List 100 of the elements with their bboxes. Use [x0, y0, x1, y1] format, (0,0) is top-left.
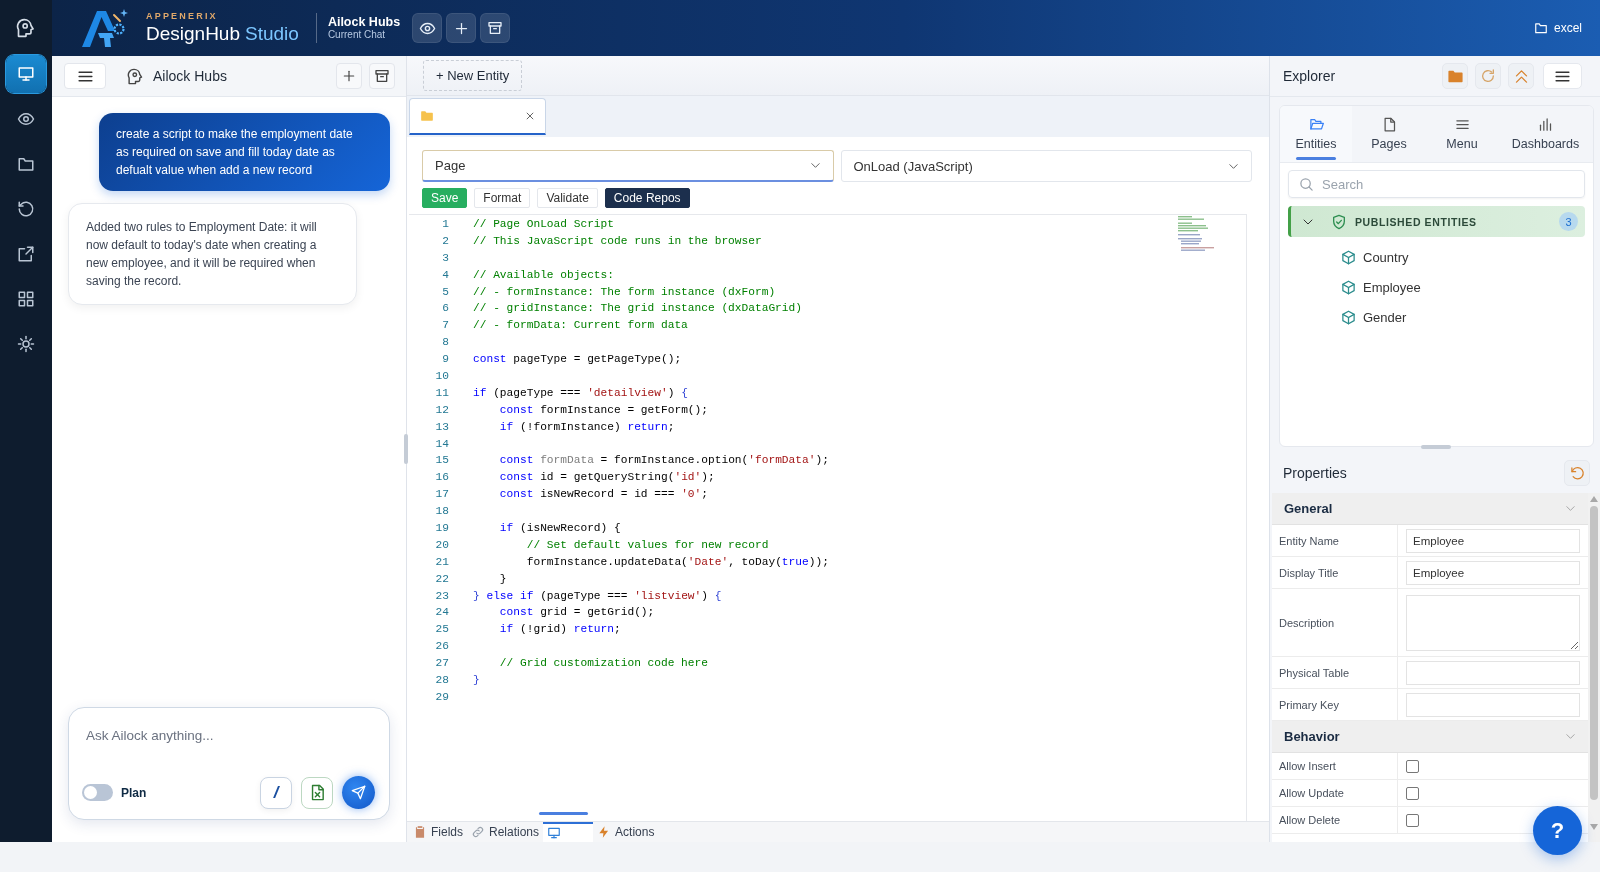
- property-label: Display Title: [1272, 557, 1398, 588]
- line-number: 5: [441, 284, 449, 300]
- toolbar-button[interactable]: Format: [474, 188, 531, 208]
- section-header[interactable]: Behavior: [1272, 721, 1588, 753]
- tree-item[interactable]: Country: [1341, 242, 1409, 272]
- command-button[interactable]: /: [260, 776, 292, 809]
- tree-group-header[interactable]: PUBLISHED ENTITIES 3: [1288, 206, 1585, 237]
- head-icon: [127, 67, 144, 85]
- code-line: // - formInstance: The form instance (dxForm): [473, 284, 776, 300]
- property-label: Allow Insert: [1272, 753, 1398, 779]
- explorer-tab[interactable]: Entities: [1280, 106, 1352, 162]
- archive-button[interactable]: [369, 63, 395, 89]
- explorer-tab[interactable]: Menu: [1426, 106, 1498, 162]
- brand-tagline: APPENERIX: [146, 11, 219, 22]
- line-number: 21: [434, 554, 449, 570]
- toolbar-button[interactable]: Code Repos: [604, 188, 690, 208]
- assistant-message: Added two rules to Employment Date: it will now default to today's date when creating a new employee, and it will be required when saving the record.: [68, 203, 357, 305]
- code-line: const grid = getGrid();: [498, 605, 655, 621]
- sidebar-item[interactable]: [6, 55, 46, 93]
- line-number: 6: [441, 301, 449, 317]
- code-line: const isNewRecord = id === '0';: [498, 487, 708, 503]
- user-message: create a script to make the employment date as required on save and fill today date as defualt value when add a new record: [99, 113, 390, 191]
- menu-button[interactable]: [64, 63, 106, 89]
- gear-icon: [17, 335, 35, 353]
- bottom-tab[interactable]: [543, 822, 594, 842]
- code-line: if (pageType === 'detailview') {: [473, 385, 688, 401]
- eye-icon: [17, 110, 35, 128]
- page-select[interactable]: Page: [422, 150, 834, 182]
- bottom-tab[interactable]: Actions: [593, 822, 659, 842]
- folder-icon: [1308, 117, 1324, 132]
- close-button[interactable]: [525, 111, 535, 121]
- line-number: 10: [434, 369, 449, 384]
- checkbox[interactable]: [1406, 786, 1419, 800]
- line-number: 22: [434, 571, 449, 587]
- search-icon: [1299, 176, 1314, 192]
- open-folder-button[interactable]: [1442, 63, 1468, 89]
- code-line: const pageType = getPageType();: [473, 352, 682, 368]
- folder-icon: [17, 155, 35, 173]
- menu-button[interactable]: [1543, 63, 1582, 89]
- logo-icon: [80, 7, 130, 49]
- editor-tab[interactable]: [409, 98, 546, 135]
- tree-item[interactable]: Employee: [1341, 272, 1421, 302]
- section-header[interactable]: General: [1272, 493, 1588, 525]
- splitter-handle[interactable]: [404, 434, 408, 464]
- code-line: }: [473, 673, 480, 689]
- count-badge: 3: [1559, 212, 1578, 231]
- history-icon: [17, 200, 35, 218]
- line-number: 14: [434, 436, 449, 452]
- new-entity-button[interactable]: + New Entity: [423, 60, 523, 91]
- textarea-field[interactable]: [1406, 594, 1580, 651]
- toolbar-button[interactable]: Validate: [537, 188, 598, 208]
- message-input[interactable]: Ask Ailock anything...: [86, 728, 375, 776]
- resize-handle[interactable]: [1421, 445, 1451, 449]
- chevron-down-icon: [1565, 503, 1576, 514]
- code-line: // Available objects:: [473, 267, 614, 283]
- undo-button[interactable]: [1564, 460, 1590, 486]
- line-number: 1: [441, 217, 449, 232]
- text-input[interactable]: Employee: [1406, 528, 1580, 553]
- line-number: 25: [434, 622, 449, 638]
- event-select[interactable]: OnLoad (JavaScript): [840, 150, 1252, 182]
- line-number: 15: [434, 453, 449, 469]
- text-input[interactable]: [1406, 660, 1580, 685]
- bottom-tab[interactable]: Fields: [409, 822, 467, 842]
- plan-toggle[interactable]: [82, 784, 113, 801]
- archive-icon: [374, 68, 390, 84]
- archive-icon: [487, 20, 504, 36]
- chat-title: Ailock Hubs: [153, 68, 227, 84]
- line-number: 20: [434, 537, 449, 553]
- cube-icon: [1341, 279, 1356, 295]
- line-number: 16: [434, 470, 449, 486]
- code-line: // Set default values for new record: [525, 537, 769, 553]
- resize-handle[interactable]: [539, 812, 588, 815]
- folder-icon: [1534, 21, 1548, 35]
- workspace-button[interactable]: excel: [1534, 21, 1582, 35]
- checkbox[interactable]: [1406, 813, 1419, 827]
- code-line: // Page OnLoad Script: [473, 217, 614, 232]
- monitor-icon: [17, 65, 35, 83]
- text-input[interactable]: Employee: [1406, 560, 1580, 585]
- preview-button[interactable]: [412, 13, 443, 43]
- line-number: 12: [434, 402, 449, 418]
- excel-button[interactable]: [301, 776, 333, 809]
- external-link-icon: [17, 245, 35, 263]
- clipboard-icon: [413, 825, 427, 839]
- scrollbar[interactable]: [1588, 493, 1600, 842]
- send-button[interactable]: [342, 776, 375, 809]
- line-number: 24: [434, 605, 449, 621]
- text-input[interactable]: [1406, 692, 1580, 717]
- chat-input-box[interactable]: Ask Ailock anything... Plan /: [68, 707, 390, 820]
- explorer-tab[interactable]: Dashboards: [1498, 106, 1593, 162]
- line-number: 23: [434, 588, 449, 604]
- property-label: Allow Delete: [1272, 807, 1398, 833]
- search-field[interactable]: Search: [1288, 170, 1585, 198]
- code-line: // This JavaScript code runs in the browser: [473, 233, 762, 249]
- code-line: if (!formInstance) return;: [498, 419, 675, 435]
- tree-item[interactable]: Gender: [1341, 302, 1407, 332]
- bottom-tab[interactable]: Relations: [467, 822, 544, 842]
- cube-icon: [1341, 249, 1356, 265]
- explorer-tab[interactable]: Pages: [1352, 106, 1426, 162]
- checkbox[interactable]: [1406, 759, 1419, 773]
- code-line: if (!grid) return;: [498, 622, 621, 638]
